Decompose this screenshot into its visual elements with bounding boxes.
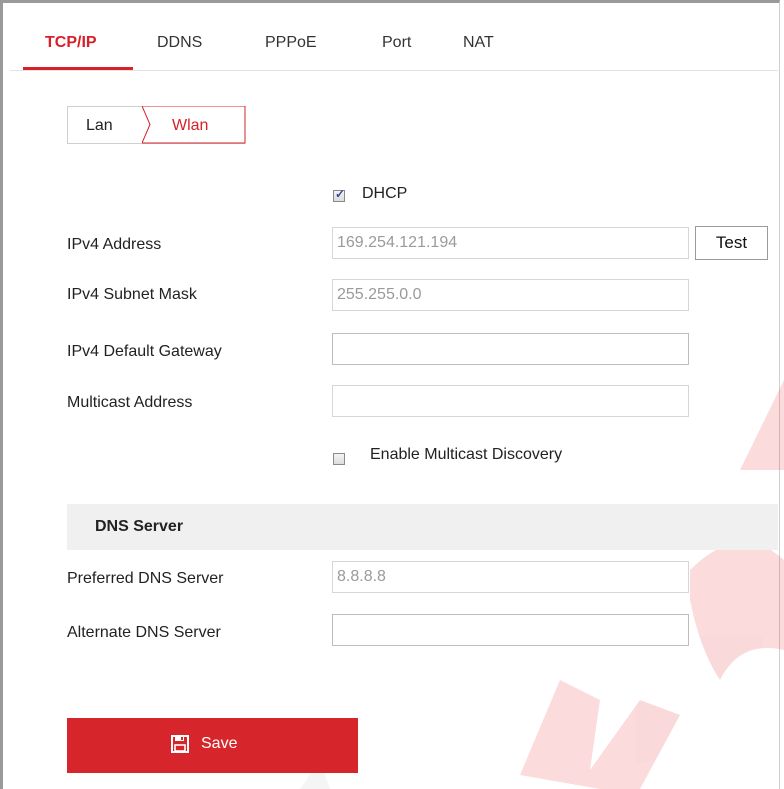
preferred-dns-input[interactable] — [332, 561, 689, 593]
save-button[interactable]: Save — [67, 718, 358, 773]
dns-section-title: DNS Server — [95, 518, 184, 535]
ipv4-gateway-input[interactable] — [332, 333, 689, 365]
subtab-bar: Lan Wlan — [67, 106, 246, 144]
enable-multicast-label: Enable Multicast Discovery — [370, 446, 563, 463]
tab-tcpip[interactable]: TCP/IP — [45, 34, 97, 52]
alternate-dns-input[interactable] — [332, 614, 689, 646]
dhcp-checkbox[interactable]: ✓ — [333, 187, 346, 202]
multicast-address-input[interactable] — [332, 385, 689, 417]
preferred-dns-label: Preferred DNS Server — [67, 570, 224, 587]
tab-pppoe[interactable]: PPPoE — [265, 34, 317, 52]
save-label: Save — [201, 735, 238, 752]
alternate-dns-label: Alternate DNS Server — [67, 624, 221, 641]
ipv4-address-label: IPv4 Address — [67, 236, 162, 253]
tab-ddns[interactable]: DDNS — [157, 34, 202, 52]
tab-divider — [10, 70, 778, 71]
ipv4-address-input[interactable] — [332, 227, 689, 259]
check-icon: ✓ — [335, 187, 346, 201]
ipv4-subnet-input[interactable] — [332, 279, 689, 311]
save-button-content: Save — [171, 735, 237, 753]
tab-port[interactable]: Port — [382, 34, 411, 52]
dns-section-header: DNS Server — [67, 504, 778, 550]
tab-nat[interactable]: NAT — [463, 34, 494, 52]
dhcp-label: DHCP — [362, 185, 408, 202]
multicast-address-label: Multicast Address — [67, 394, 193, 411]
subtab-lan[interactable]: Lan — [86, 117, 113, 135]
ipv4-gateway-label: IPv4 Default Gateway — [67, 343, 222, 360]
test-button[interactable]: Test — [695, 226, 768, 260]
floppy-disk-icon — [171, 735, 189, 753]
ipv4-subnet-label: IPv4 Subnet Mask — [67, 286, 197, 303]
enable-multicast-checkbox[interactable] — [333, 453, 345, 465]
subtab-wlan[interactable]: Wlan — [172, 117, 208, 135]
